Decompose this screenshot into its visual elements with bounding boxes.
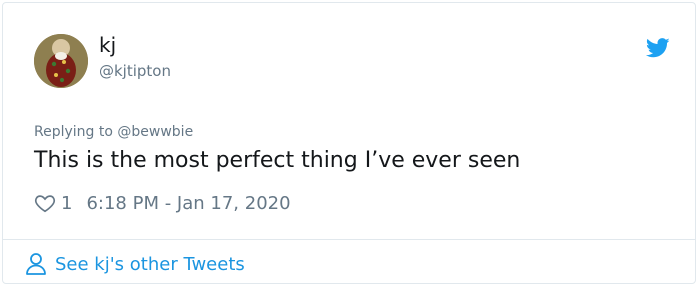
replying-to: Replying to @bewwbie [34, 123, 193, 141]
twitter-bird-icon[interactable] [646, 37, 670, 59]
divider [3, 239, 695, 240]
avatar-image [34, 34, 88, 88]
tweet-text: This is the most perfect thing I’ve ever… [34, 148, 521, 173]
tweet-meta: 1 6:18 PM - Jan 17, 2020 [34, 190, 291, 216]
tweet-timestamp[interactable]: 6:18 PM - Jan 17, 2020 [86, 193, 290, 214]
replying-prefix: Replying to [34, 124, 118, 140]
author-name[interactable]: kj [99, 33, 116, 57]
see-other-tweets-link[interactable]: See kj's other Tweets [25, 252, 245, 276]
person-outline-icon [26, 253, 46, 275]
author-handle[interactable]: @kjtipton [99, 61, 171, 81]
see-other-tweets-label: See kj's other Tweets [55, 253, 245, 275]
like-count[interactable]: 1 [61, 193, 72, 214]
tweet-card: kj @kjtipton Replying to @bewwbie This i… [2, 2, 696, 284]
avatar[interactable] [34, 34, 88, 88]
reply-mention-link[interactable]: @bewwbie [117, 124, 193, 140]
heart-outline-icon[interactable] [34, 192, 56, 214]
